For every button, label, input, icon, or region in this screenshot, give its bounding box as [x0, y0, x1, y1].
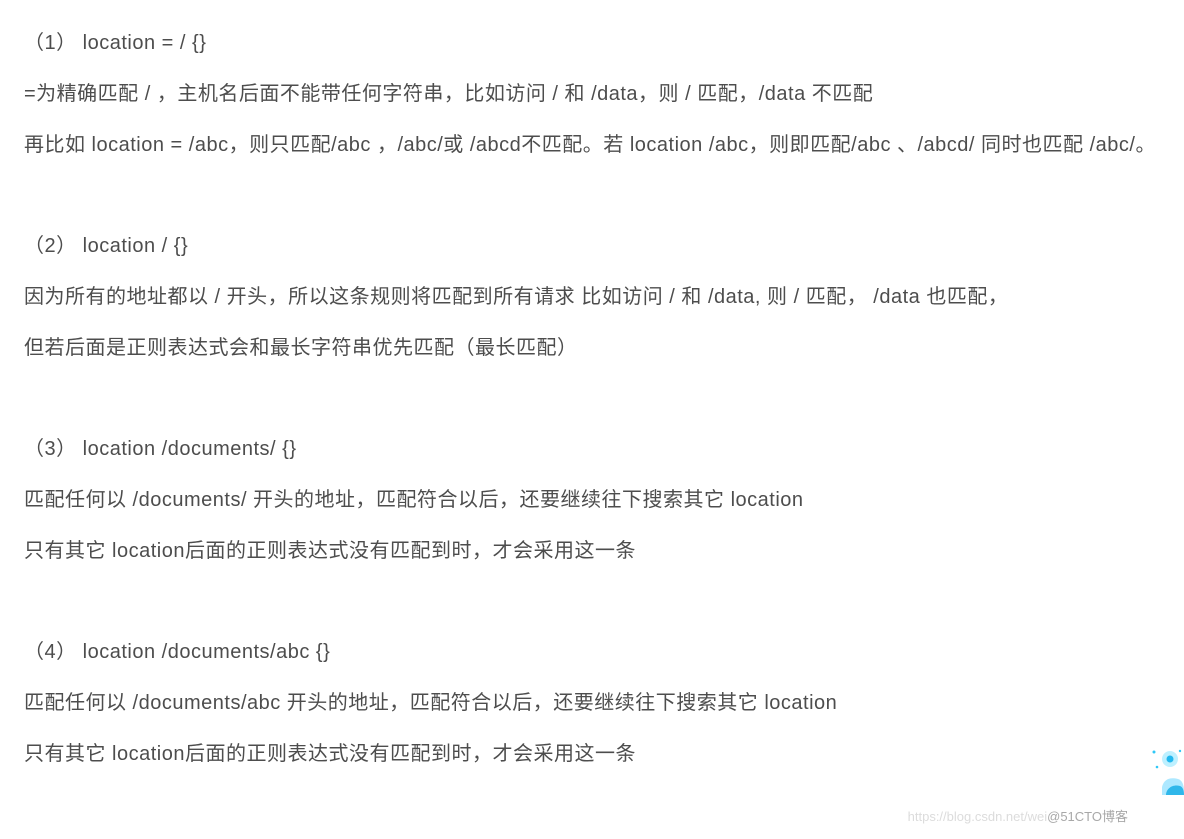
section-4-line-3: 只有其它 location后面的正则表达式没有匹配到时，才会采用这一条 [24, 729, 1160, 780]
section-1-line-3: 再比如 location = /abc，则只匹配/abc ，/abc/或 /ab… [24, 120, 1160, 171]
section-1-line-2: =为精确匹配 / ，主机名后面不能带任何字符串，比如访问 / 和 /data，则… [24, 69, 1160, 120]
section-3-line-3: 只有其它 location后面的正则表达式没有匹配到时，才会采用这一条 [24, 526, 1160, 577]
section-separator [24, 374, 1160, 424]
section-separator [24, 577, 1160, 627]
section-4-line-2: 匹配任何以 /documents/abc 开头的地址，匹配符合以后，还要继续往下… [24, 678, 1160, 729]
section-4-line-1: （4） location /documents/abc {} [24, 627, 1160, 678]
section-separator [24, 171, 1160, 221]
section-1-line-1: （1） location = / {} [24, 18, 1160, 69]
section-3-line-1: （3） location /documents/ {} [24, 424, 1160, 475]
watermark: https://blog.csdn.net/wei@51CTO博客 [908, 800, 1128, 833]
section-2-line-2: 因为所有的地址都以 / 开头，所以这条规则将匹配到所有请求 比如访问 / 和 /… [24, 272, 1160, 323]
watermark-url: https://blog.csdn.net/wei [908, 809, 1047, 824]
watermark-handle: @51CTO博客 [1047, 809, 1128, 824]
document-body: （1） location = / {} =为精确匹配 / ，主机名后面不能带任何… [24, 18, 1160, 780]
section-3-line-2: 匹配任何以 /documents/ 开头的地址，匹配符合以后，还要继续往下搜索其… [24, 475, 1160, 526]
section-2-line-3: 但若后面是正则表达式会和最长字符串优先匹配（最长匹配） [24, 323, 1160, 374]
section-2-line-1: （2） location / {} [24, 221, 1160, 272]
